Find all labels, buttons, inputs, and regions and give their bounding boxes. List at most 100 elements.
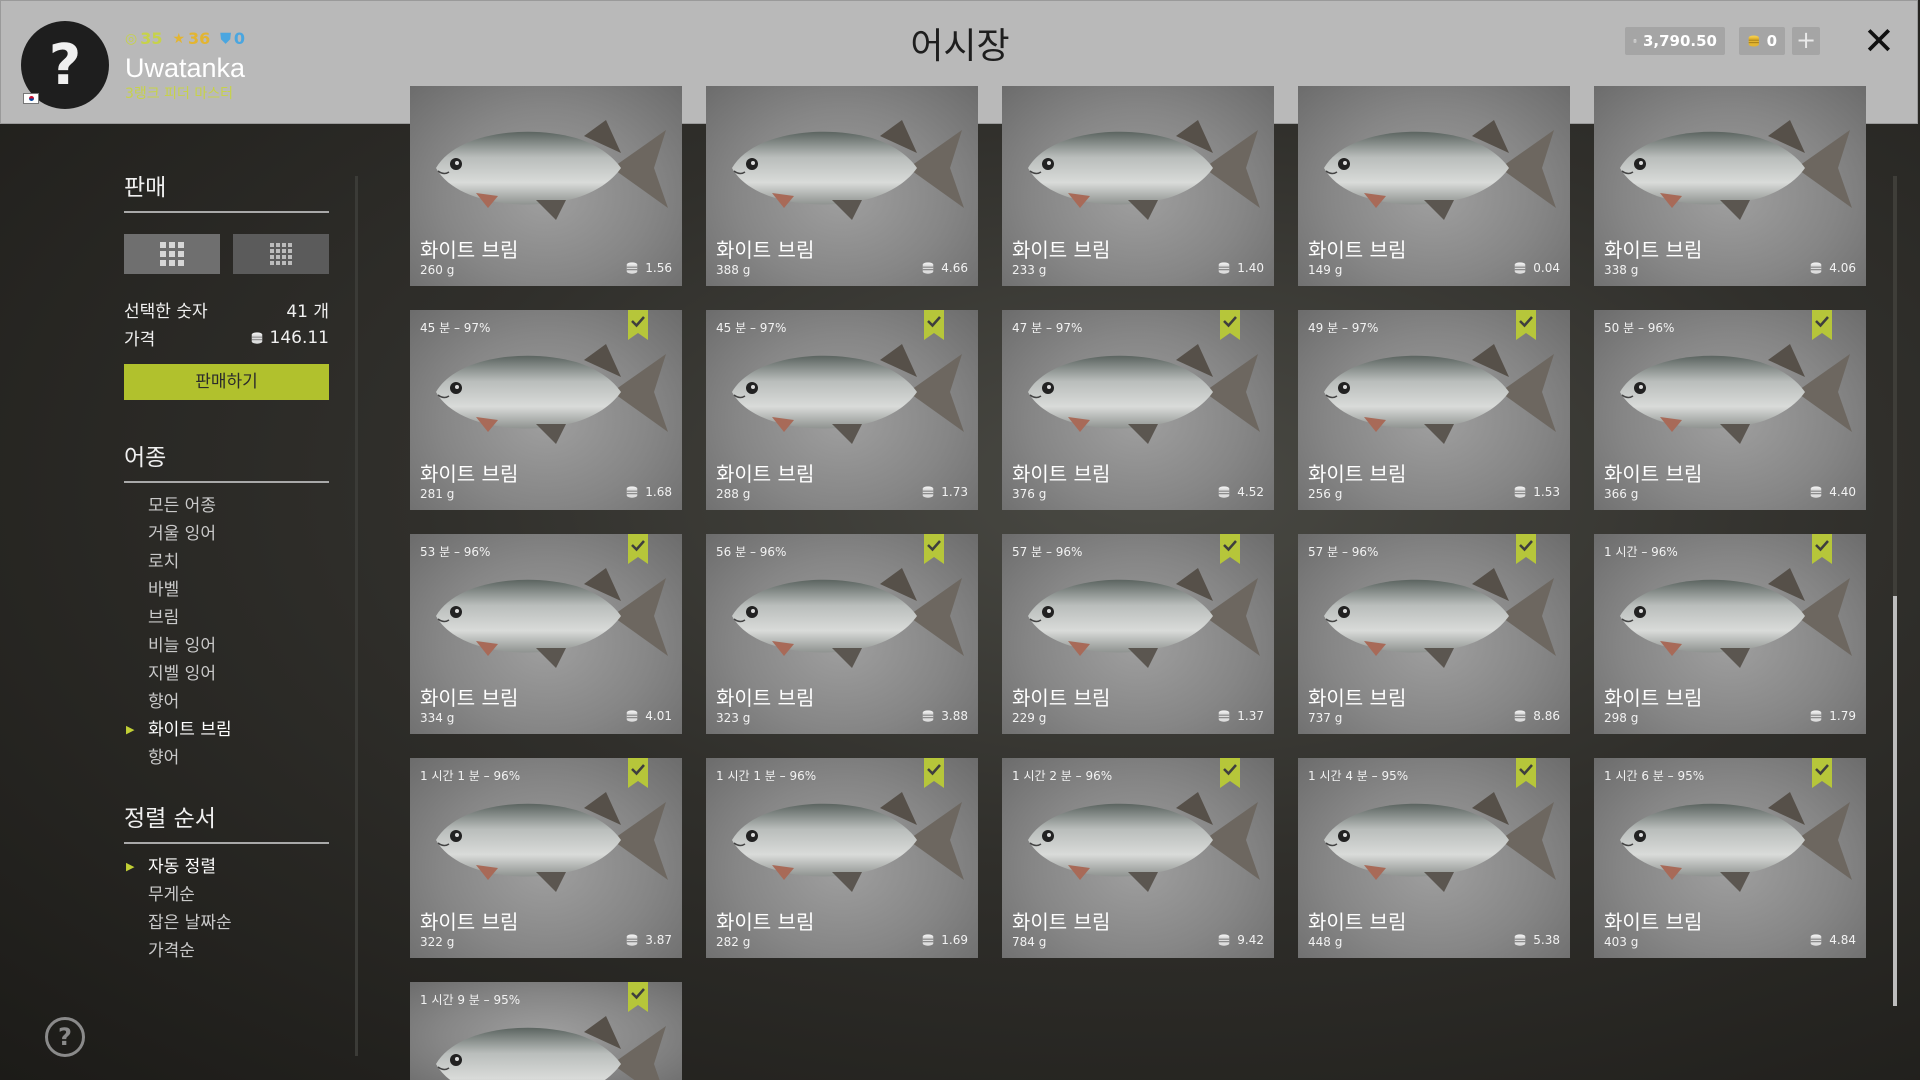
fish-name: 화이트 브림 [420,686,519,710]
white-bream-fish-image [732,792,964,892]
silver-coin-icon [627,710,638,722]
fish-price-value: 1.69 [941,933,968,947]
divider [124,842,329,844]
view-large-grid-button[interactable] [124,234,220,274]
fish-name: 화이트 브림 [716,686,815,710]
fish-card[interactable]: 1 시간 – 96% 화이트 브림 298 g 1.79 [1594,534,1866,734]
sort-option[interactable]: 무게순 [148,881,232,909]
fish-card[interactable]: 47 분 – 97% 화이트 브림 376 g 4.52 [1002,310,1274,510]
fish-price: 1.79 [1809,709,1856,723]
fish-name: 화이트 브림 [716,238,815,262]
silver-coin-icon [627,486,638,498]
silver-coin-icon [627,934,638,946]
sort-option[interactable]: 자동 정렬 [126,853,232,881]
grid-large-icon [160,242,184,266]
fish-price-value: 1.40 [1237,261,1264,275]
fish-price: 1.56 [625,261,672,275]
species-item[interactable]: 화이트 브림 [126,716,232,744]
fish-card[interactable]: 화이트 브림 149 g 0.04 [1298,86,1570,286]
white-bream-fish-image [1620,344,1852,444]
fish-card[interactable]: 1 시간 4 분 – 95% 화이트 브림 448 g 5.38 [1298,758,1570,958]
fish-price-value: 4.01 [645,709,672,723]
fish-card[interactable]: 56 분 – 96% 화이트 브림 323 g 3.88 [706,534,978,734]
fish-card[interactable]: 45 분 – 97% 화이트 브림 281 g 1.68 [410,310,682,510]
fish-card[interactable]: 화이트 브림 260 g 1.56 [410,86,682,286]
white-bream-fish-image [1620,568,1852,668]
fish-name: 화이트 브림 [1604,462,1703,486]
silver-coin-icon [923,934,934,946]
fish-card[interactable]: 1 시간 1 분 – 96% 화이트 브림 322 g 3.87 [410,758,682,958]
fish-price: 4.84 [1809,933,1856,947]
fish-card[interactable]: 화이트 브림 338 g 4.06 [1594,86,1866,286]
fish-name: 화이트 브림 [1012,910,1111,934]
player-rank: 3랭크 피더 마스터 [125,86,233,102]
divider [124,211,329,213]
fish-card[interactable]: 화이트 브림 388 g 4.66 [706,86,978,286]
fish-price: 1.53 [1513,485,1560,499]
fish-name: 화이트 브림 [1604,238,1703,262]
species-item[interactable]: 비늘 잉어 [148,632,232,660]
species-item[interactable]: 로치 [148,548,232,576]
white-bream-fish-image [1620,120,1852,220]
species-item[interactable]: 바벨 [148,576,232,604]
fish-name: 화이트 브림 [420,462,519,486]
fish-price-value: 3.87 [645,933,672,947]
species-item[interactable]: 모든 어종 [148,492,232,520]
fish-name: 화이트 브림 [1604,910,1703,934]
add-currency-button[interactable]: + [1792,27,1820,55]
sort-section-title: 정렬 순서 [124,806,216,832]
fish-card[interactable]: 화이트 브림 233 g 1.40 [1002,86,1274,286]
fish-card[interactable]: 57 분 – 96% 화이트 브림 737 g 8.86 [1298,534,1570,734]
price-total: 146.11 [250,325,329,350]
species-item[interactable]: 지벨 잉어 [148,660,232,688]
fish-card[interactable]: 1 시간 2 분 – 96% 화이트 브림 784 g 9.42 [1002,758,1274,958]
fish-price: 1.37 [1217,709,1264,723]
fish-name: 화이트 브림 [1308,462,1407,486]
help-icon[interactable]: ? [45,1017,85,1057]
fish-price-value: 4.06 [1829,261,1856,275]
fish-weight: 737 g [1308,711,1343,725]
close-button[interactable]: ✕ [1863,19,1895,63]
fish-card[interactable]: 53 분 – 96% 화이트 브림 334 g 4.01 [410,534,682,734]
fish-price: 9.42 [1217,933,1264,947]
sort-option[interactable]: 잡은 날짜순 [148,909,232,937]
fish-weight: 256 g [1308,487,1343,501]
sort-option[interactable]: 가격순 [148,937,232,965]
fish-card[interactable]: 1 시간 6 분 – 95% 화이트 브림 403 g 4.84 [1594,758,1866,958]
fish-price: 3.87 [625,933,672,947]
fish-card[interactable]: 49 분 – 97% 화이트 브림 256 g 1.53 [1298,310,1570,510]
fish-card[interactable]: 50 분 – 96% 화이트 브림 366 g 4.40 [1594,310,1866,510]
fish-price-value: 1.37 [1237,709,1264,723]
fish-price: 3.88 [921,709,968,723]
species-item[interactable]: 향어 [148,744,232,772]
fish-card[interactable]: 45 분 – 97% 화이트 브림 288 g 1.73 [706,310,978,510]
white-bream-fish-image [436,568,668,668]
fish-price: 4.40 [1809,485,1856,499]
korea-flag-icon [23,93,39,104]
fish-weight: 229 g [1012,711,1047,725]
fish-price-value: 4.84 [1829,933,1856,947]
fish-card[interactable]: 1 시간 9 분 – 95% [410,982,682,1080]
species-item[interactable]: 향어 [148,688,232,716]
white-bream-fish-image [436,120,668,220]
fish-name: 화이트 브림 [1308,686,1407,710]
silver-coin-icon [1811,486,1822,498]
fish-card[interactable]: 57 분 – 96% 화이트 브림 229 g 1.37 [1002,534,1274,734]
fish-price: 1.68 [625,485,672,499]
species-item[interactable]: 거울 잉어 [148,520,232,548]
price-row: 가격 146.11 [124,325,329,351]
sell-button[interactable]: 판매하기 [124,364,329,400]
fish-name: 화이트 브림 [1308,910,1407,934]
selected-count-row: 선택한 숫자 41 개 [124,297,329,322]
fish-weight: 323 g [716,711,751,725]
fish-weight: 298 g [1604,711,1639,725]
fish-price-value: 8.86 [1533,709,1560,723]
fish-card[interactable]: 1 시간 1 분 – 96% 화이트 브림 282 g 1.69 [706,758,978,958]
fish-price: 5.38 [1513,933,1560,947]
species-item[interactable]: 브림 [148,604,232,632]
scrollbar-thumb[interactable] [1893,596,1897,1006]
fish-name: 화이트 브림 [1012,238,1111,262]
fish-weight: 260 g [420,263,455,277]
view-small-grid-button[interactable] [233,234,329,274]
fish-price-value: 4.52 [1237,485,1264,499]
